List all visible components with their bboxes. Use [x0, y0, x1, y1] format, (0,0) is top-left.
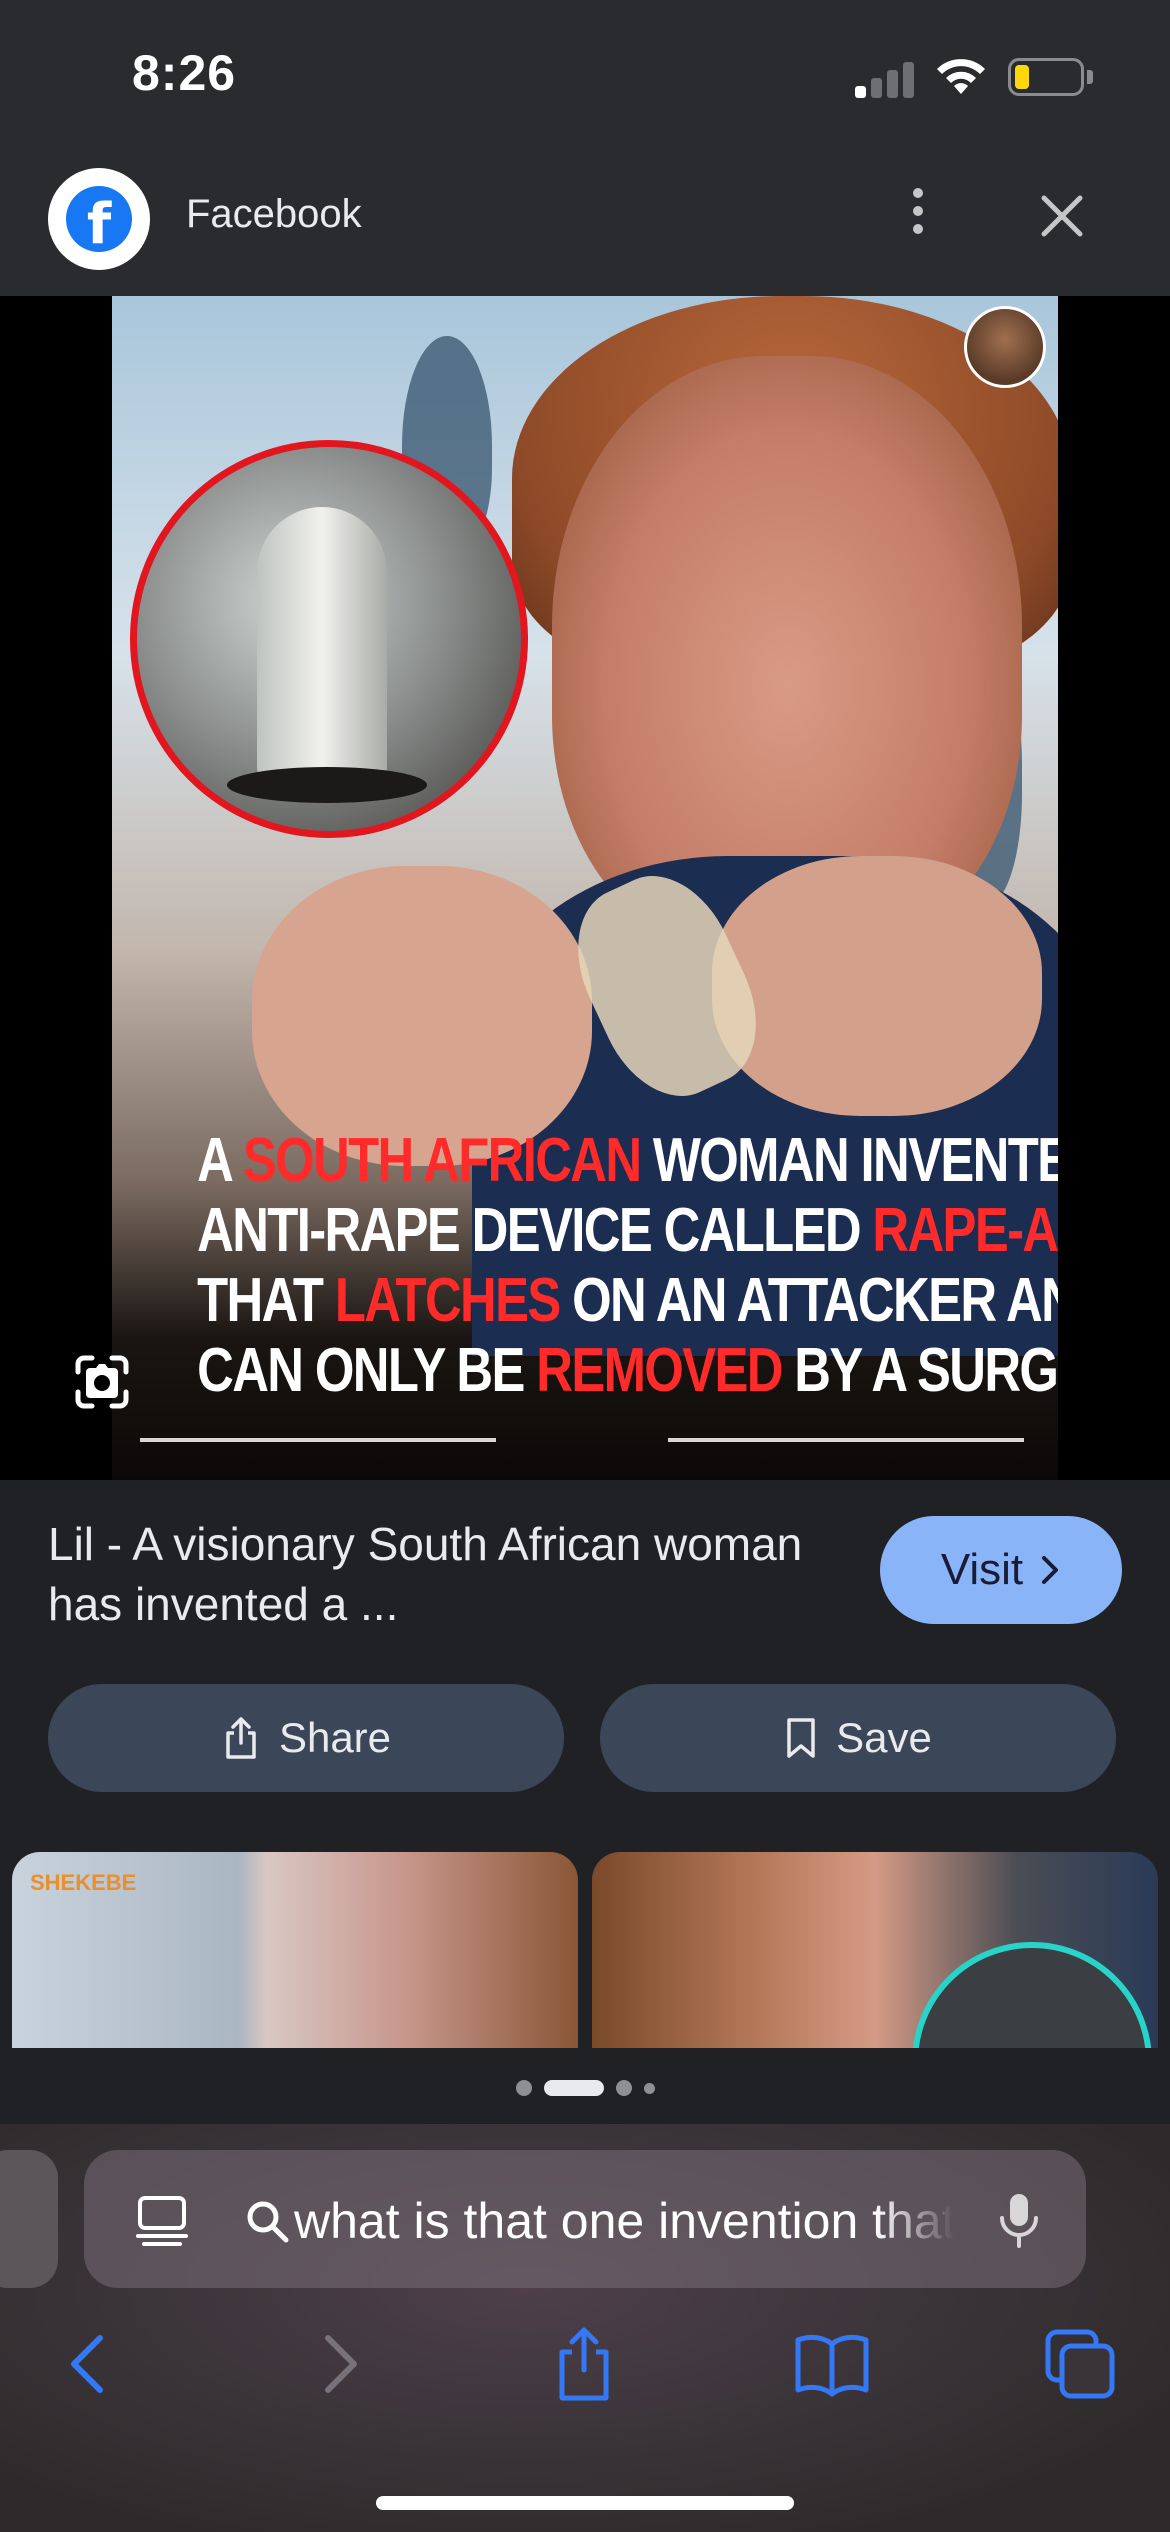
caption-segment: ANTI-RAPE DEVICE CALLED [197, 1196, 873, 1265]
caption-segment: REMOVED [536, 1336, 783, 1405]
bookmarks-icon[interactable] [792, 2324, 872, 2404]
mic-icon[interactable] [994, 2190, 1044, 2250]
related-image-thumbnail[interactable] [592, 1852, 1158, 2048]
page-dot-active [543, 2080, 604, 2096]
thumbnail-overlay-text: SHEKEBE [30, 1870, 137, 1895]
caption-segment: BY A SURGEON [794, 1336, 1058, 1405]
result-title[interactable]: Lil - A visionary South African woman ha… [48, 1514, 808, 1634]
result-image[interactable]: A SOUTH AFRICAN WOMAN INVENTED ANANTI-RA… [112, 296, 1058, 1480]
chevron-right-icon [1042, 1556, 1059, 1584]
home-indicator[interactable] [376, 2496, 794, 2510]
address-bar[interactable]: what is that one invention that [84, 2150, 1086, 2288]
caption-segment: THAT [197, 1266, 335, 1335]
thumbnail-inset [912, 1942, 1152, 2048]
reader-icon[interactable] [134, 2192, 190, 2248]
source-title: Facebook [186, 192, 362, 236]
caption-segment: LATCHES [334, 1266, 561, 1335]
tabs-icon[interactable] [1040, 2324, 1120, 2404]
google-lens-icon[interactable] [70, 1350, 134, 1414]
forward-icon[interactable] [300, 2324, 380, 2404]
page-dot [615, 2080, 632, 2096]
visit-button[interactable]: Visit [880, 1516, 1122, 1624]
caption-segment: RAPE-AXE [872, 1196, 1058, 1265]
status-bar: 8:26 [0, 0, 1170, 140]
address-text: what is that one invention that [294, 2193, 954, 2249]
cellular-signal-icon [855, 58, 915, 98]
battery-icon [1008, 58, 1084, 96]
caption-line: A SOUTH AFRICAN WOMAN INVENTED AN [197, 1126, 1058, 1196]
caption-segment: ON AN ATTACKER AND [559, 1266, 1058, 1335]
wifi-icon [937, 59, 985, 94]
caption-segment: WOMAN INVENTED AN [652, 1126, 1058, 1195]
back-icon[interactable] [48, 2324, 128, 2404]
caption-line: CAN ONLY BE REMOVED BY A SURGEON [197, 1336, 1058, 1406]
image-viewer[interactable]: A SOUTH AFRICAN WOMAN INVENTED ANANTI-RA… [0, 296, 1170, 1480]
facebook-logo-icon: f [48, 168, 150, 270]
image-caption: A SOUTH AFRICAN WOMAN INVENTED ANANTI-RA… [197, 1126, 1058, 1406]
related-image-thumbnail[interactable]: SHEKEBE [12, 1852, 578, 2048]
caption-underline [668, 1438, 1024, 1442]
pagination-dots [0, 2078, 1170, 2098]
caption-line: THAT LATCHES ON AN ATTACKER AND [197, 1266, 1058, 1336]
person-hand [712, 856, 1042, 1116]
page-dot [643, 2082, 655, 2094]
close-icon[interactable] [1030, 184, 1094, 248]
battery-tip [1087, 70, 1093, 84]
inset-device-photo [130, 440, 528, 838]
bookmark-icon [787, 1718, 815, 1758]
caption-segment: CAN ONLY BE [197, 1336, 537, 1405]
safari-toolbar: what is that one invention that [0, 2124, 1170, 2532]
person-hand [252, 866, 592, 1166]
caption-segment: A [197, 1126, 243, 1195]
share-icon [226, 1717, 256, 1759]
caption-underline [140, 1438, 496, 1442]
visit-label: Visit [940, 1545, 1024, 1594]
page-dot [515, 2080, 532, 2096]
share-icon[interactable] [544, 2324, 624, 2404]
share-button[interactable]: Share [48, 1684, 564, 1792]
previous-tab-preview[interactable] [0, 2150, 58, 2288]
share-label: Share [278, 1714, 392, 1761]
status-time: 8:26 [132, 45, 237, 101]
caption-segment: SOUTH AFRICAN [242, 1126, 642, 1195]
more-options-icon[interactable] [898, 180, 938, 260]
caption-line: ANTI-RAPE DEVICE CALLED RAPE-AXE [197, 1196, 1058, 1266]
save-button[interactable]: Save [600, 1684, 1116, 1792]
search-icon [247, 2201, 289, 2243]
source-header: f Facebook [0, 140, 1170, 296]
save-label: Save [836, 1714, 932, 1761]
poster-avatar [964, 306, 1046, 388]
